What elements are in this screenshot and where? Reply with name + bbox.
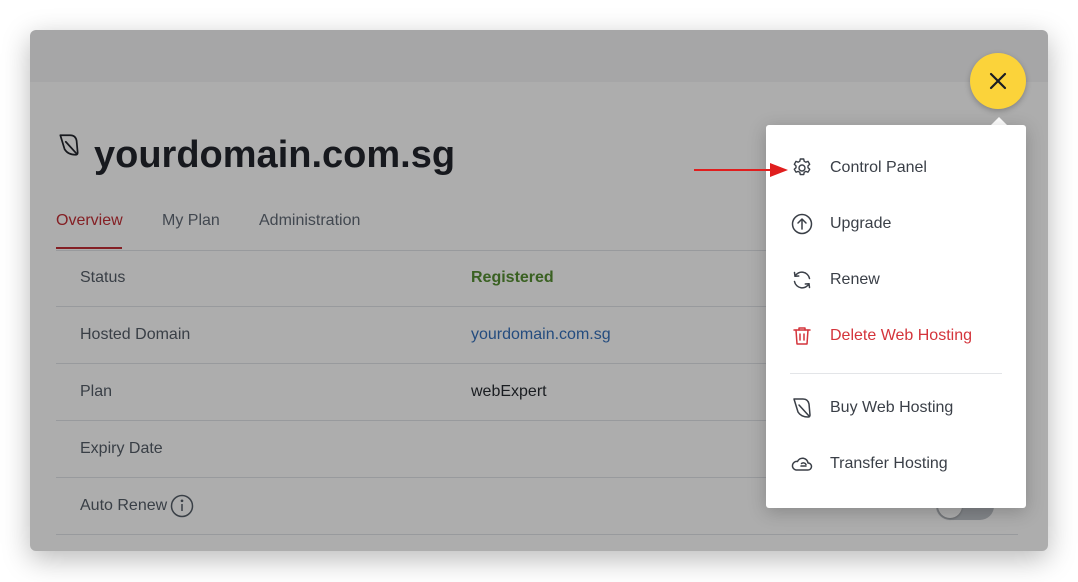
menu-item-buy-web-hosting[interactable]: Buy Web Hosting (790, 388, 1010, 428)
menu-item-control-panel[interactable]: Control Panel (790, 148, 1010, 188)
menu-item-upgrade[interactable]: Upgrade (790, 204, 1010, 244)
menu-divider (790, 373, 1002, 374)
cloud-transfer-icon (791, 457, 813, 471)
menu-item-renew[interactable]: Renew (790, 260, 1010, 300)
menu-item-label: Control Panel (830, 159, 927, 176)
arrow-up-circle-icon (791, 213, 813, 235)
menu-item-label: Renew (830, 271, 880, 288)
menu-item-delete-web-hosting[interactable]: Delete Web Hosting (790, 316, 1010, 356)
close-icon (989, 72, 1007, 90)
menu-item-label: Delete Web Hosting (830, 327, 972, 344)
menu-item-label: Upgrade (830, 215, 892, 232)
menu-item-transfer-hosting[interactable]: Transfer Hosting (790, 444, 1010, 484)
gear-icon (793, 158, 811, 176)
close-button[interactable] (970, 53, 1026, 109)
menu-item-label: Transfer Hosting (830, 455, 948, 472)
annotation-arrow (694, 163, 788, 177)
actions-menu: Control Panel Upgrade Renew Delete Web H… (766, 125, 1026, 508)
menu-item-label: Buy Web Hosting (830, 399, 954, 416)
leaf-hosting-icon (793, 398, 811, 418)
trash-icon (793, 327, 811, 345)
refresh-icon (793, 271, 811, 289)
